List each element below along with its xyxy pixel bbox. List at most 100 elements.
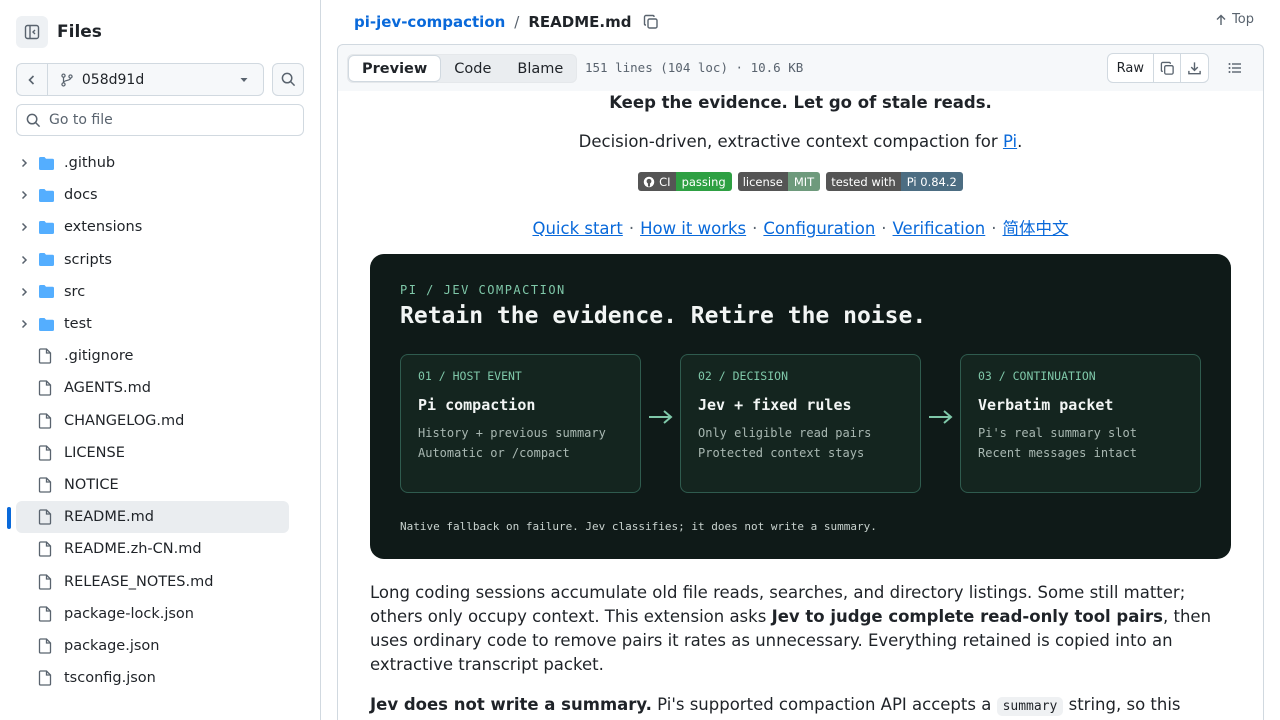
tree-item-icon — [38, 670, 56, 686]
expand-toggle[interactable] — [16, 222, 32, 232]
nav-chinese[interactable]: 简体中文 — [1003, 219, 1069, 238]
nav-quick-start[interactable]: Quick start — [532, 219, 622, 238]
card-kicker: 01 / HOST EVENT — [418, 369, 522, 383]
tree-folder[interactable]: src — [16, 276, 289, 308]
tree-file[interactable]: CHANGELOG.md — [16, 405, 289, 437]
expand-toggle[interactable] — [16, 255, 32, 265]
back-button[interactable] — [16, 63, 47, 96]
file-tree: .github docs extensions scripts src test .giti… — [7, 147, 289, 694]
hero-title: Retain the evidence. Retire the noise. — [400, 303, 927, 329]
para-text: Pi's supported compaction API accepts a — [651, 695, 997, 714]
outline-button[interactable] — [1223, 54, 1247, 82]
tree-item-label: extensions — [64, 219, 143, 236]
tab-preview[interactable]: Preview — [348, 55, 442, 82]
inline-code: summary — [996, 697, 1064, 716]
tree-item-label: package.json — [64, 637, 160, 654]
tree-folder[interactable]: .github — [16, 147, 289, 179]
tree-file[interactable]: package.json — [16, 630, 289, 662]
tree-file[interactable]: RELEASE_NOTES.md — [16, 565, 289, 597]
chevron-right-icon — [21, 255, 28, 264]
raw-button[interactable]: Raw — [1108, 54, 1154, 82]
card-title: Verbatim packet — [978, 396, 1114, 414]
readme-preview: Keep the evidence. Let go of stale reads… — [337, 91, 1264, 720]
goto-file-input[interactable] — [49, 112, 289, 128]
card-kicker: 02 / DECISION — [698, 369, 789, 383]
pi-link[interactable]: Pi — [1003, 132, 1017, 151]
tree-file[interactable]: LICENSE — [16, 437, 289, 469]
tree-file[interactable]: tsconfig.json — [16, 662, 289, 694]
file-toolbar: Preview Code Blame 151 lines (104 loc) ·… — [337, 44, 1264, 91]
tree-item-icon — [38, 156, 56, 171]
download-button[interactable] — [1181, 54, 1208, 82]
search-icon — [281, 72, 295, 87]
expand-toggle[interactable] — [16, 158, 32, 168]
tree-item-icon — [38, 284, 56, 299]
collapse-sidebar-button[interactable] — [16, 16, 48, 48]
tree-file[interactable]: README.md — [7, 501, 289, 534]
copy-raw-button[interactable] — [1154, 54, 1181, 82]
expand-toggle[interactable] — [16, 287, 32, 297]
tree-folder[interactable]: test — [16, 308, 289, 340]
branch-selector[interactable]: 058d91d — [46, 63, 265, 96]
file-icon — [38, 606, 52, 622]
readme-subtitle: Decision-driven, extractive context comp… — [338, 132, 1263, 151]
nav-verification[interactable]: Verification — [893, 219, 986, 238]
tab-code[interactable]: Code — [441, 55, 504, 82]
nav-separator: · — [881, 219, 887, 238]
file-icon — [38, 509, 52, 525]
tree-file[interactable]: .gitignore — [16, 340, 289, 372]
tree-item-label: RELEASE_NOTES.md — [64, 573, 214, 590]
file-icon — [38, 348, 52, 364]
flow-card-decision: 02 / DECISION Jev + fixed rules Only eli… — [680, 354, 921, 493]
tree-item-icon — [38, 638, 56, 654]
tree-folder[interactable]: extensions — [16, 211, 289, 243]
tree-item-icon — [38, 573, 56, 590]
copy-path-button[interactable] — [643, 14, 659, 30]
folder-icon — [39, 317, 54, 331]
expand-toggle[interactable] — [16, 190, 32, 200]
tree-file[interactable]: README.zh-CN.md — [16, 533, 289, 565]
breadcrumb-repo-link[interactable]: pi-jev-compaction — [354, 13, 505, 31]
card-line: Protected context stays — [698, 446, 865, 460]
chevron-left-icon — [28, 74, 35, 85]
copy-icon — [644, 14, 659, 29]
tree-item-label: .gitignore — [64, 348, 134, 365]
tree-item-icon — [38, 220, 56, 235]
tree-item-label: README.zh-CN.md — [64, 541, 202, 558]
license-badge[interactable]: license MIT — [737, 172, 821, 191]
tab-blame[interactable]: Blame — [504, 55, 576, 82]
tree-item-icon — [38, 541, 56, 557]
arrow-up-icon — [1216, 14, 1226, 25]
file-view: pi-jev-compaction / README.md Top Previe… — [321, 0, 1280, 720]
tree-file[interactable]: package-lock.json — [16, 598, 289, 630]
chevron-right-icon — [21, 223, 28, 232]
card-line: Automatic or /compact — [418, 446, 570, 460]
ci-badge[interactable]: CI passing — [638, 172, 732, 191]
tested-badge[interactable]: tested with Pi 0.84.2 — [826, 172, 963, 191]
license-badge-right: MIT — [787, 172, 821, 191]
sidebar-collapse-icon — [24, 24, 40, 40]
tree-item-icon — [38, 509, 56, 525]
tree-file[interactable]: NOTICE — [16, 469, 289, 501]
nav-separator: · — [628, 219, 635, 238]
active-indicator — [7, 507, 11, 530]
expand-toggle[interactable] — [16, 319, 32, 329]
readme-paragraph: Long coding sessions accumulate old file… — [370, 581, 1231, 677]
list-outline-icon — [1228, 63, 1241, 73]
search-files-button[interactable] — [272, 63, 305, 96]
flow-card-host-event: 01 / HOST EVENT Pi compaction History + … — [400, 354, 641, 493]
github-icon — [643, 176, 655, 187]
back-to-top-link[interactable]: Top — [1215, 12, 1254, 27]
nav-separator: · — [991, 219, 997, 238]
nav-how-it-works[interactable]: How it works — [640, 219, 746, 238]
tree-folder[interactable]: scripts — [16, 244, 289, 276]
goto-file-field[interactable] — [16, 104, 304, 136]
chevron-right-icon — [21, 159, 28, 168]
tree-item-label: .github — [64, 155, 116, 172]
tested-badge-left: tested with — [826, 172, 901, 191]
tree-item-icon — [38, 252, 56, 267]
tree-item-icon — [38, 412, 56, 429]
tree-folder[interactable]: docs — [16, 179, 289, 211]
nav-configuration[interactable]: Configuration — [763, 219, 875, 238]
tree-file[interactable]: AGENTS.md — [16, 372, 289, 404]
